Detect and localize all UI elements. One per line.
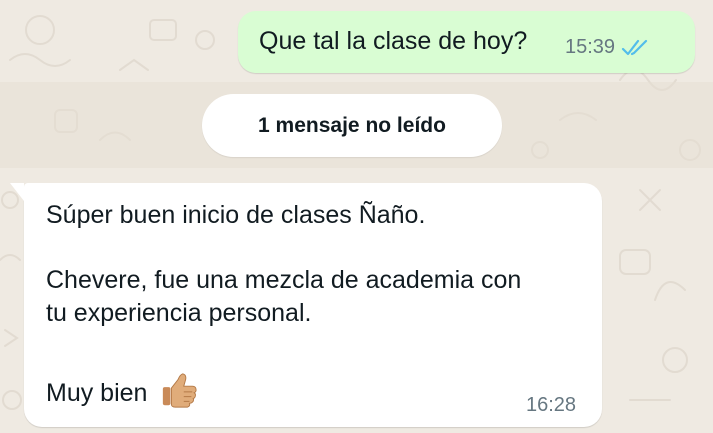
incoming-message-line: Muy bien	[46, 371, 198, 409]
incoming-message-last-line-text: Muy bien	[46, 379, 148, 407]
outgoing-message-meta: 15:39	[565, 36, 651, 59]
outgoing-message-bubble[interactable]: Que tal la clase de hoy? 15:39	[238, 11, 695, 73]
unread-messages-divider: 1 mensaje no leído	[202, 94, 502, 157]
incoming-message-line: Súper buen inicio de clases Ñaño.	[46, 201, 426, 229]
thumbs-up-icon	[163, 373, 197, 408]
outgoing-message-text: Que tal la clase de hoy?	[259, 27, 528, 55]
double-check-read-icon	[621, 39, 648, 55]
unread-messages-label: 1 mensaje no leído	[258, 113, 446, 137]
incoming-message-line: Chevere, fue una mezcla de academia con	[46, 266, 522, 294]
bubble-tail	[10, 183, 24, 201]
incoming-message-time: 16:28	[526, 394, 577, 416]
outgoing-message-time: 15:39	[565, 36, 616, 58]
incoming-message-line: tu experiencia personal.	[46, 299, 312, 327]
incoming-message-bubble[interactable]: Súper buen inicio de clases Ñaño. Chever…	[10, 183, 602, 427]
